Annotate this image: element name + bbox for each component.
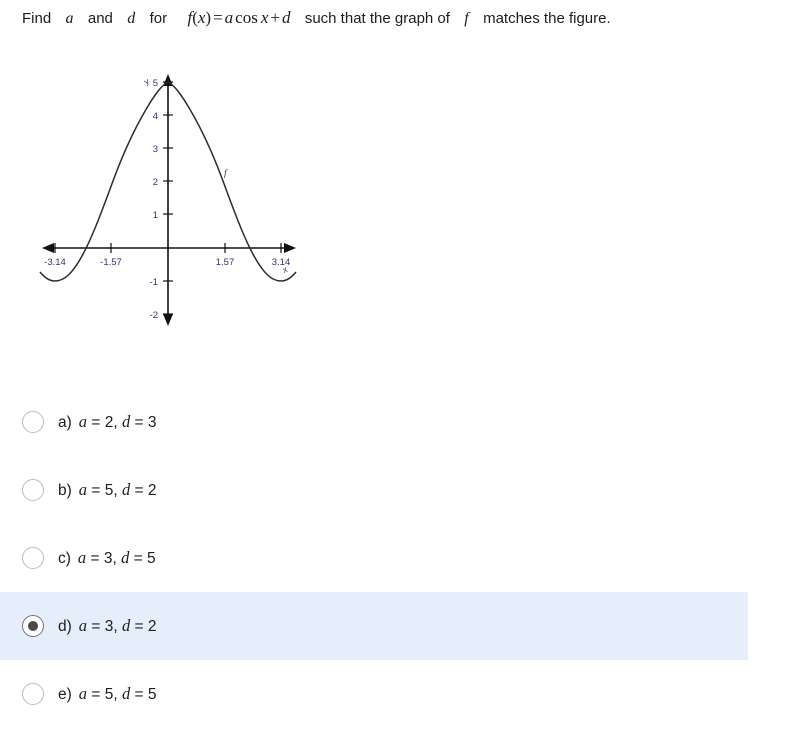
option-letter-d: d) [58,618,72,635]
answer-option-c-label: c) a = 3, d = 5 [58,548,156,568]
option-d-var-d: d [121,616,131,635]
question-prompt: Find a and d for f(x) = a cos x + d such that … [22,8,792,29]
option-d-val-d: 2 [147,618,157,635]
radio-button-e[interactable] [22,683,44,705]
formula-coefficient-a: a [224,8,234,27]
option-a-comma: , [113,414,118,431]
formula-cos: cos [235,8,258,27]
option-letter-a: a) [58,414,72,431]
option-c-val-d: 5 [147,550,156,567]
y-tick-label-4: 1 [153,210,158,221]
option-a-val-d: 3 [147,414,157,431]
x-axis-left-arrow [42,243,54,253]
option-b-val-d: 2 [147,482,157,499]
graph-figure: -3.14 -1.57 1.57 3.14 5 4 3 2 1 -1 -2 y … [30,60,320,350]
question-suffix-1: such that the graph of [304,10,450,27]
curve-label: f [224,168,228,179]
formula-constant-d: d [281,8,291,27]
question-formula: f(x) = a cos x + d [187,8,290,27]
option-a-eq-2: = [134,414,144,431]
option-e-var-a: a [78,684,88,703]
question-variable-a: a [65,10,74,27]
option-d-eq-1: = [91,618,101,635]
answer-option-a-label: a) a = 2, d = 3 [58,412,157,432]
y-tick-label-5: -1 [150,277,158,288]
answer-option-c[interactable]: c) a = 3, d = 5 [0,524,812,592]
x-tick-label-2: 1.57 [216,257,235,268]
question-for-word: for [149,10,168,27]
option-b-eq-2: = [134,482,144,499]
answer-option-e-label: e) a = 5, d = 5 [58,684,157,704]
option-b-var-d: d [121,480,131,499]
y-tick-label-6: -2 [150,310,158,321]
y-axis-bottom-arrow [163,314,173,326]
answer-option-b-label: b) a = 5, d = 2 [58,480,157,500]
formula-plus: + [270,8,280,27]
option-a-var-d: d [121,412,131,431]
option-b-eq-1: = [91,482,101,499]
option-b-comma: , [113,482,118,499]
x-tick-label-1: -1.57 [100,257,122,268]
option-e-comma: , [113,686,118,703]
y-axis [163,74,173,326]
formula-equals: = [213,8,223,27]
radio-button-b[interactable] [22,479,44,501]
formula-cos-argument: x [260,8,269,27]
question-conjunction: and [87,10,113,27]
cosine-graph-svg: -3.14 -1.57 1.57 3.14 5 4 3 2 1 -1 -2 y … [39,74,297,326]
x-axis-right-arrow [284,243,296,253]
option-e-var-d: d [121,684,131,703]
radio-button-c[interactable] [22,547,44,569]
answer-option-e[interactable]: e) a = 5, d = 5 [0,660,812,728]
x-axis [42,243,296,253]
y-axis-label: y [142,76,151,87]
radio-button-a[interactable] [22,411,44,433]
option-e-val-d: 5 [147,686,157,703]
option-c-eq-2: = [133,550,143,567]
option-d-var-a: a [78,616,88,635]
option-letter-b: b) [58,482,72,499]
question-variable-f: f [464,10,469,27]
answer-options-list: a) a = 2, d = 3 b) a = 5, d = 2 c) a = 3, d… [0,388,812,728]
y-tick-label-1: 4 [153,111,158,122]
radio-button-d[interactable] [22,615,44,637]
x-tick-label-0: -3.14 [44,257,66,268]
option-c-comma: , [112,550,117,567]
option-e-eq-1: = [91,686,101,703]
option-a-var-a: a [78,412,88,431]
option-c-eq-1: = [90,550,100,567]
answer-option-d[interactable]: d) a = 3, d = 2 [0,592,748,660]
question-prefix: Find [22,10,52,27]
radio-dot-d [28,621,38,631]
question-variable-d: d [127,10,136,27]
option-letter-c: c) [58,550,71,567]
option-b-var-a: a [78,480,88,499]
y-tick-labels: 5 4 3 2 1 -1 -2 [150,78,158,321]
option-letter-e: e) [58,686,72,703]
option-a-eq-1: = [91,414,101,431]
question-suffix-2: matches the figure. [483,10,611,27]
answer-option-d-label: d) a = 3, d = 2 [58,616,157,636]
y-tick-label-3: 2 [153,177,158,188]
option-c-var-a: a [77,548,87,567]
option-c-var-d: d [121,548,130,567]
y-tick-label-2: 3 [153,144,158,155]
option-d-comma: , [113,618,118,635]
answer-option-b[interactable]: b) a = 5, d = 2 [0,456,812,524]
y-tick-label-0: 5 [153,78,158,89]
option-e-eq-2: = [134,686,144,703]
option-d-eq-2: = [134,618,144,635]
answer-option-a[interactable]: a) a = 2, d = 3 [0,388,812,456]
